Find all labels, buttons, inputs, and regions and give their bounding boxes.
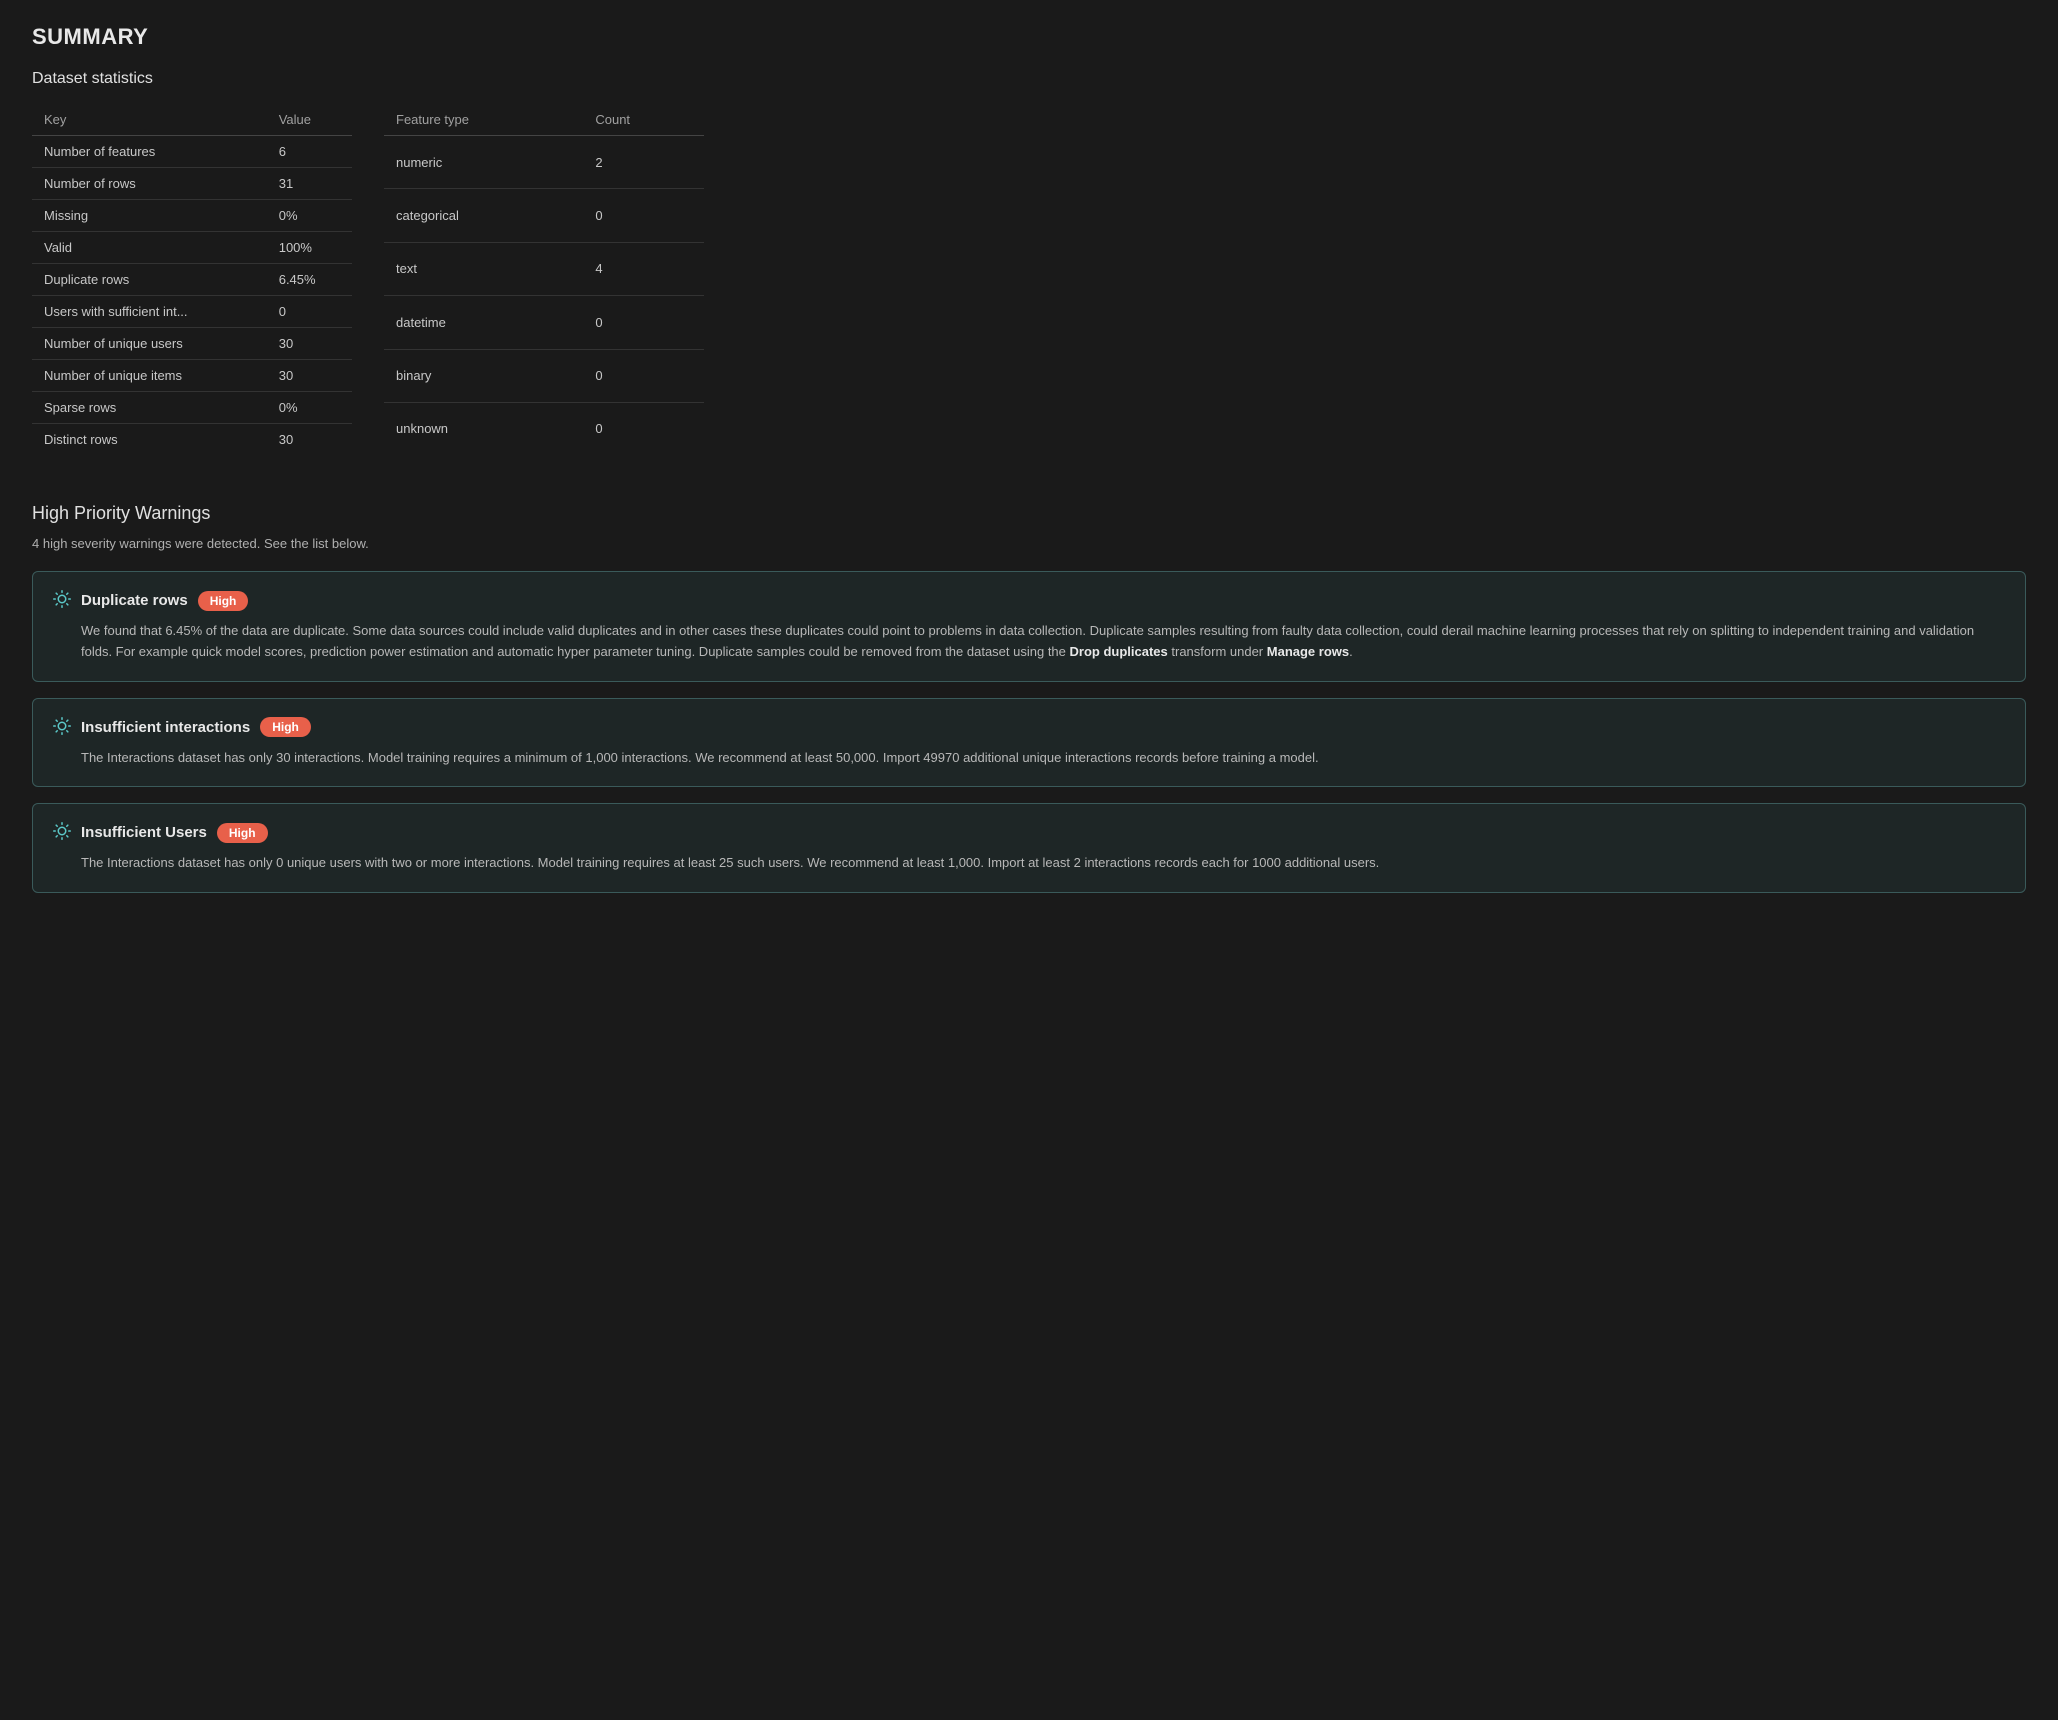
- table-cell: Duplicate rows: [32, 264, 267, 296]
- table-row: Number of features6: [32, 136, 352, 168]
- table-cell: 6: [267, 136, 352, 168]
- table-row: Number of rows31: [32, 168, 352, 200]
- table-row: Number of unique users30: [32, 328, 352, 360]
- table-cell: Distinct rows: [32, 424, 267, 456]
- high-badge: High: [260, 717, 311, 737]
- table-row: Missing0%: [32, 200, 352, 232]
- table-cell: 30: [267, 360, 352, 392]
- table-cell: Number of features: [32, 136, 267, 168]
- table-cell: datetime: [384, 296, 583, 349]
- table-cell: 0%: [267, 200, 352, 232]
- right-col-count: Count: [583, 104, 704, 136]
- warning-title: Insufficient interactions: [81, 719, 250, 736]
- table-cell: 30: [267, 424, 352, 456]
- table-cell: 0: [583, 296, 704, 349]
- table-cell: 0: [267, 296, 352, 328]
- right-stats-table: Feature type Count numeric2categorical0t…: [384, 104, 704, 455]
- warning-card: Insufficient interactions High The Interac…: [32, 698, 2026, 788]
- high-badge: High: [217, 823, 268, 843]
- table-row: categorical0: [384, 189, 704, 242]
- right-col-feature-type: Feature type: [384, 104, 583, 136]
- table-cell: Missing: [32, 200, 267, 232]
- table-cell: 31: [267, 168, 352, 200]
- high-badge: High: [198, 591, 249, 611]
- table-cell: unknown: [384, 402, 583, 455]
- table-row: binary0: [384, 349, 704, 402]
- warning-header: Insufficient Users High: [53, 822, 2005, 843]
- warnings-section: High Priority Warnings 4 high severity w…: [32, 503, 2026, 893]
- table-row: Users with sufficient int...0: [32, 296, 352, 328]
- table-cell: Number of unique items: [32, 360, 267, 392]
- warning-card: Duplicate rows High We found that 6.45% of…: [32, 571, 2026, 682]
- dataset-statistics-title: Dataset statistics: [32, 70, 2026, 88]
- page-title: SUMMARY: [32, 24, 2026, 50]
- warnings-list: Duplicate rows High We found that 6.45% of…: [32, 571, 2026, 893]
- table-cell: Valid: [32, 232, 267, 264]
- table-cell: numeric: [384, 136, 583, 189]
- table-cell: 4: [583, 242, 704, 295]
- table-cell: 100%: [267, 232, 352, 264]
- table-cell: Number of rows: [32, 168, 267, 200]
- warning-header: Insufficient interactions High: [53, 717, 2005, 738]
- table-row: Distinct rows30: [32, 424, 352, 456]
- table-row: numeric2: [384, 136, 704, 189]
- warning-header: Duplicate rows High: [53, 590, 2005, 611]
- table-row: text4: [384, 242, 704, 295]
- table-cell: 2: [583, 136, 704, 189]
- lightbulb-icon: [53, 590, 71, 611]
- left-col-key: Key: [32, 104, 267, 136]
- table-cell: 30: [267, 328, 352, 360]
- table-cell: text: [384, 242, 583, 295]
- table-cell: 0: [583, 349, 704, 402]
- left-col-value: Value: [267, 104, 352, 136]
- warning-title: Duplicate rows: [81, 592, 188, 609]
- table-cell: 0%: [267, 392, 352, 424]
- warning-body: The Interactions dataset has only 30 int…: [53, 748, 2005, 769]
- table-row: Number of unique items30: [32, 360, 352, 392]
- table-row: datetime0: [384, 296, 704, 349]
- table-cell: Users with sufficient int...: [32, 296, 267, 328]
- statistics-tables: Key Value Number of features6Number of r…: [32, 104, 2026, 455]
- table-cell: Number of unique users: [32, 328, 267, 360]
- table-row: Sparse rows0%: [32, 392, 352, 424]
- table-row: unknown0: [384, 402, 704, 455]
- lightbulb-icon: [53, 822, 71, 843]
- table-cell: binary: [384, 349, 583, 402]
- table-cell: Sparse rows: [32, 392, 267, 424]
- table-cell: 0: [583, 402, 704, 455]
- table-cell: 0: [583, 189, 704, 242]
- warning-body: The Interactions dataset has only 0 uniq…: [53, 853, 2005, 874]
- table-cell: 6.45%: [267, 264, 352, 296]
- left-stats-table: Key Value Number of features6Number of r…: [32, 104, 352, 455]
- warning-body: We found that 6.45% of the data are dupl…: [53, 621, 2005, 663]
- warnings-title: High Priority Warnings: [32, 503, 2026, 524]
- warning-card: Insufficient Users High The Interactions d…: [32, 803, 2026, 893]
- table-cell: categorical: [384, 189, 583, 242]
- warning-title: Insufficient Users: [81, 824, 207, 841]
- lightbulb-icon: [53, 717, 71, 738]
- table-row: Duplicate rows6.45%: [32, 264, 352, 296]
- warnings-subtitle: 4 high severity warnings were detected. …: [32, 536, 2026, 551]
- table-row: Valid100%: [32, 232, 352, 264]
